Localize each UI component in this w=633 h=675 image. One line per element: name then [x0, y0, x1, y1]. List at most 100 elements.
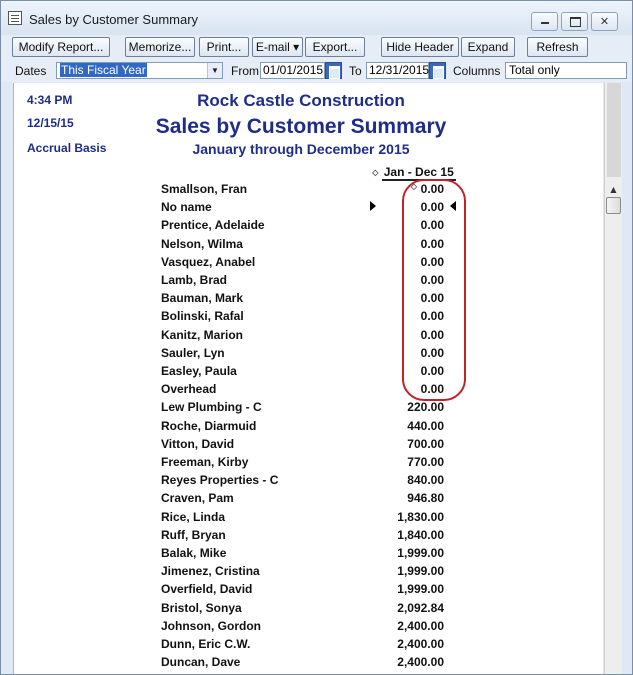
close-button[interactable]: ✕	[591, 12, 618, 31]
sales-amount: 1,840.00	[397, 527, 444, 542]
table-row[interactable]: Lew Plumbing - C 220.00	[14, 399, 603, 417]
customer-name: Duncan, Dave	[161, 655, 241, 670]
columns-dropdown[interactable]: Total only	[505, 62, 627, 79]
to-label: To	[349, 64, 362, 78]
table-row[interactable]: Lamb, Brad 0.00	[14, 272, 603, 290]
table-row[interactable]: Roche, Diarmuid 440.00	[14, 418, 603, 436]
export-button[interactable]: Export...	[305, 37, 365, 57]
report-body[interactable]: 4:34 PM 12/15/15 Accrual Basis Rock Cast…	[13, 83, 603, 674]
table-row[interactable]: Bauman, Mark 0.00	[14, 290, 603, 308]
customer-name: No name	[161, 200, 212, 215]
customer-name: Easley, Paula	[161, 364, 237, 378]
sales-amount: 1,830.00	[397, 509, 444, 524]
customer-name: Prentice, Adelaide	[161, 218, 265, 233]
customer-name: Freeman, Kirby	[161, 455, 249, 469]
refresh-button[interactable]: Refresh	[527, 37, 588, 57]
customer-name: Jimenez, Cristina	[161, 564, 260, 579]
report-title: Sales by Customer Summary	[155, 115, 447, 138]
scroll-up-icon[interactable]: ▲	[605, 183, 622, 196]
customer-name: Kanitz, Marion	[161, 327, 244, 342]
columns-value: Total only	[509, 63, 560, 77]
sales-amount: 2,092.84	[397, 600, 444, 615]
modify-report-button[interactable]: Modify Report...	[12, 37, 110, 57]
sales-amount: 220.00	[407, 400, 444, 415]
from-label: From	[231, 64, 259, 78]
print-button[interactable]: Print...	[199, 37, 249, 57]
minimize-button[interactable]	[531, 12, 558, 31]
table-row[interactable]: Ruff, Bryan 1,840.00	[14, 527, 603, 545]
filter-bar: Dates This Fiscal Year ▼ From 01/01/2015…	[1, 60, 632, 82]
maximize-button[interactable]	[561, 12, 588, 31]
company-name: Rock Castle Construction	[197, 91, 405, 110]
sales-amount: 1,999.00	[397, 546, 444, 560]
table-row[interactable]: Vitton, David 700.00	[14, 436, 603, 454]
chevron-down-icon: ▼	[207, 63, 222, 78]
customer-name: Lamb, Brad	[161, 273, 228, 287]
scrollbar-thumb[interactable]	[606, 197, 621, 214]
dates-label: Dates	[15, 64, 47, 78]
table-row[interactable]: Craven, Pam 946.80	[14, 490, 603, 508]
sales-amount: 1,999.00	[397, 564, 444, 579]
diamond-icon: ◇	[372, 168, 379, 177]
table-row[interactable]: Easley, Paula 0.00	[14, 363, 603, 381]
calendar-icon[interactable]	[429, 62, 446, 79]
table-row[interactable]: Johnson, Gordon 2,400.00	[14, 618, 603, 636]
columns-label: Columns	[453, 64, 501, 78]
sales-amount: 440.00	[407, 418, 444, 433]
customer-name: Lew Plumbing - C	[161, 400, 262, 415]
customer-name: Rice, Linda	[161, 509, 226, 524]
report-date-range: January through December 2015	[192, 141, 410, 157]
report-window: Sales by Customer Summary ✕ Modify Repor…	[0, 0, 633, 675]
hide-header-button[interactable]: Hide Header	[381, 37, 459, 57]
table-row[interactable]: Vasquez, Anabel 0.00	[14, 254, 603, 272]
table-row[interactable]: Prentice, Adelaide 0.00	[14, 217, 603, 235]
to-date-field[interactable]: 12/31/2015	[366, 62, 429, 79]
memorize-button[interactable]: Memorize...	[125, 37, 195, 57]
customer-name: Roche, Diarmuid	[161, 418, 257, 433]
sales-amount: 840.00	[407, 473, 444, 488]
table-row[interactable]: Balak, Mike 1,999.00	[14, 545, 603, 563]
sales-amount: 2,400.00	[397, 637, 444, 651]
customer-name: Dunn, Eric C.W.	[161, 637, 251, 651]
table-row[interactable]: Bristol, Sonya 2,092.84	[14, 600, 603, 618]
dates-dropdown[interactable]: This Fiscal Year ▼	[56, 62, 223, 79]
table-row[interactable]: Reyes Properties - C 840.00	[14, 472, 603, 490]
table-row[interactable]: Dunn, Eric C.W. 2,400.00	[14, 636, 603, 654]
calendar-icon[interactable]	[325, 62, 342, 79]
table-row[interactable]: Bolinski, Rafal 0.00	[14, 308, 603, 326]
title-bar: Sales by Customer Summary ✕	[1, 1, 632, 35]
window-title: Sales by Customer Summary	[29, 12, 199, 27]
customer-name: Nelson, Wilma	[161, 236, 243, 251]
from-date-field[interactable]: 01/01/2015	[260, 62, 325, 79]
dates-value: This Fiscal Year	[60, 63, 147, 77]
customer-name: Overfield, David	[161, 582, 253, 597]
email-button[interactable]: E-mail ▾	[252, 37, 303, 57]
table-row[interactable]: Kanitz, Marion 0.00	[14, 327, 603, 345]
customer-name: Vasquez, Anabel	[161, 254, 256, 269]
sales-amount: 2,400.00	[397, 655, 444, 670]
table-row[interactable]: Rice, Linda 1,830.00	[14, 509, 603, 527]
table-row[interactable]: Nelson, Wilma 0.00	[14, 236, 603, 254]
table-row[interactable]: No name 0.00	[14, 199, 603, 217]
customer-name: Vitton, David	[161, 436, 235, 451]
customer-name: Johnson, Gordon	[161, 618, 261, 633]
customer-name: Bauman, Mark	[161, 291, 244, 306]
table-row[interactable]: Jimenez, Cristina 1,999.00	[14, 563, 603, 581]
customer-name: Sauler, Lyn	[161, 345, 225, 360]
row-marker-right-icon	[370, 201, 376, 211]
table-row[interactable]: Duncan, Dave 2,400.00	[14, 654, 603, 672]
vertical-scrollbar[interactable]: ▲	[604, 83, 622, 674]
table-row[interactable]: Sauler, Lyn 0.00	[14, 345, 603, 363]
report-toolbar: Modify Report... Memorize... Print... E-…	[1, 35, 632, 60]
expand-button[interactable]: Expand	[461, 37, 515, 57]
scrollbar-top-area	[607, 83, 621, 177]
customer-name: Balak, Mike	[161, 546, 227, 560]
table-row[interactable]: Smallson, Fran 0.00	[14, 181, 603, 199]
customer-name: Craven, Pam	[161, 491, 234, 506]
table-row[interactable]: Freeman, Kirby 770.00	[14, 454, 603, 472]
table-row[interactable]: Overhead 0.00	[14, 381, 603, 399]
table-row[interactable]: Overfield, David 1,999.00	[14, 581, 603, 599]
customer-name: Bolinski, Rafal	[161, 309, 244, 324]
sales-amount: 770.00	[407, 455, 444, 469]
close-icon: ✕	[599, 15, 610, 28]
